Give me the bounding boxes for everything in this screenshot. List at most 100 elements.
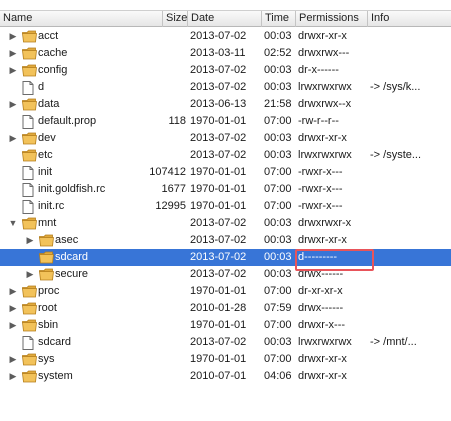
collapsed-arrow-icon[interactable]: ▶ — [7, 300, 19, 317]
table-row[interactable]: ▶ sbin 1970-01-01 07:00 drwxr-x--- — [0, 317, 451, 334]
table-row[interactable]: ▶ data 2013-06-13 21:58 drwxrwx--x — [0, 96, 451, 113]
file-date: 2013-07-02 — [190, 30, 247, 42]
file-date: 1970-01-01 — [190, 285, 247, 297]
collapsed-arrow-icon[interactable]: ▶ — [7, 96, 19, 113]
table-row[interactable]: init.rc 12995 1970-01-01 07:00 -rwxr-x--- — [0, 198, 451, 215]
column-header-row: Name Size Date Time Permissions Info — [0, 10, 451, 27]
file-permissions: drwx------ — [298, 268, 344, 280]
file-time: 07:00 — [264, 183, 292, 195]
collapsed-arrow-icon[interactable]: ▶ — [7, 28, 19, 45]
collapsed-arrow-icon[interactable]: ▶ — [7, 283, 19, 300]
collapsed-arrow-icon[interactable]: ▶ — [24, 266, 36, 283]
file-info — [370, 215, 451, 232]
file-size — [120, 300, 186, 317]
collapsed-arrow-icon[interactable]: ▶ — [7, 130, 19, 147]
folder-icon — [39, 234, 54, 250]
table-row[interactable]: ▶ acct 2013-07-02 00:03 drwxr-xr-x — [0, 28, 451, 45]
file-date: 2010-01-28 — [190, 302, 247, 314]
file-info — [370, 164, 451, 181]
file-time: 00:03 — [264, 336, 292, 348]
collapsed-arrow-icon[interactable]: ▶ — [7, 62, 19, 79]
file-info — [370, 130, 451, 147]
file-time: 00:03 — [264, 81, 292, 93]
table-row[interactable]: sdcard 2013-07-02 00:03 lrwxrwxrwx -> /mnt/.… — [0, 334, 451, 351]
file-time: 00:03 — [264, 30, 292, 42]
table-row[interactable]: ▶ cache 2013-03-11 02:52 drwxrwx--- — [0, 45, 451, 62]
file-time: 07:59 — [264, 302, 292, 314]
file-size — [120, 62, 186, 79]
collapsed-arrow-icon[interactable]: ▶ — [7, 45, 19, 62]
file-permissions: drwxrwxr-x — [298, 217, 352, 229]
folder-icon — [39, 268, 54, 284]
file-info — [370, 62, 451, 79]
column-header-size[interactable]: Size — [163, 11, 188, 27]
column-header-date[interactable]: Date — [188, 11, 262, 27]
file-date: 2013-07-02 — [190, 132, 247, 144]
file-size — [120, 266, 186, 283]
folder-icon — [22, 98, 37, 114]
file-permissions: drwx------ — [298, 302, 344, 314]
file-time: 00:03 — [264, 234, 292, 246]
file-size: 1677 — [161, 183, 186, 195]
file-permissions: -rwxr-x--- — [298, 200, 343, 212]
table-row[interactable]: etc 2013-07-02 00:03 lrwxrwxrwx -> /syste... — [0, 147, 451, 164]
collapsed-arrow-icon[interactable]: ▶ — [24, 232, 36, 249]
file-date: 1970-01-01 — [190, 200, 247, 212]
file-date: 2013-07-02 — [190, 64, 247, 76]
file-info: -> /syste... — [370, 149, 422, 161]
file-size — [120, 368, 186, 385]
table-row[interactable]: ▶ proc 1970-01-01 07:00 dr-xr-xr-x — [0, 283, 451, 300]
file-date: 2013-06-13 — [190, 98, 247, 110]
file-info — [370, 283, 451, 300]
file-time: 07:00 — [264, 353, 292, 365]
file-date: 2010-07-01 — [190, 370, 247, 382]
file-permissions: lrwxrwxrwx — [298, 81, 352, 93]
file-permissions: dr-xr-xr-x — [298, 285, 343, 297]
file-info — [370, 181, 451, 198]
collapsed-arrow-icon[interactable]: ▶ — [7, 317, 19, 334]
file-time: 00:03 — [264, 251, 292, 263]
file-info — [370, 266, 451, 283]
file-time: 07:00 — [264, 166, 292, 178]
table-row[interactable]: sdcard 2013-07-02 00:03 d--------- — [0, 249, 451, 266]
file-permissions: -rwxr-x--- — [298, 166, 343, 178]
table-row[interactable]: ▶ config 2013-07-02 00:03 dr-x------ — [0, 62, 451, 79]
table-row[interactable]: ▶ system 2010-07-01 04:06 drwxr-xr-x — [0, 368, 451, 385]
table-row[interactable]: init 107412 1970-01-01 07:00 -rwxr-x--- — [0, 164, 451, 181]
file-permissions: -rw-r--r-- — [298, 115, 339, 127]
collapsed-arrow-icon[interactable]: ▶ — [7, 351, 19, 368]
table-row[interactable]: ▶ dev 2013-07-02 00:03 drwxr-xr-x — [0, 130, 451, 147]
table-row[interactable]: ▼ mnt 2013-07-02 00:03 drwxrwxr-x — [0, 215, 451, 232]
collapsed-arrow-icon[interactable]: ▶ — [7, 368, 19, 385]
file-date: 2013-07-02 — [190, 81, 247, 93]
file-permissions: drwxr-x--- — [298, 319, 346, 331]
file-permissions: drwxr-xr-x — [298, 370, 347, 382]
table-row[interactable]: d 2013-07-02 00:03 lrwxrwxrwx -> /sys/k... — [0, 79, 451, 96]
table-row[interactable]: ▶ secure 2013-07-02 00:03 drwx------ — [0, 266, 451, 283]
column-header-permissions[interactable]: Permissions — [296, 11, 368, 27]
file-info — [370, 300, 451, 317]
column-header-time[interactable]: Time — [262, 11, 296, 27]
folder-icon — [22, 149, 37, 165]
file-permissions: drwxr-xr-x — [298, 234, 347, 246]
table-row[interactable]: ▶ asec 2013-07-02 00:03 drwxr-xr-x — [0, 232, 451, 249]
file-size — [120, 147, 186, 164]
file-date: 2013-07-02 — [190, 251, 247, 263]
file-info — [370, 28, 451, 45]
file-info — [370, 232, 451, 249]
table-row[interactable]: init.goldfish.rc 1677 1970-01-01 07:00 -rwxr… — [0, 181, 451, 198]
file-info — [370, 317, 451, 334]
file-size — [120, 351, 186, 368]
file-info — [370, 368, 451, 385]
table-row[interactable]: default.prop 118 1970-01-01 07:00 -rw-r--r-- — [0, 113, 451, 130]
expanded-arrow-icon[interactable]: ▼ — [7, 215, 19, 232]
file-info: -> /mnt/... — [370, 336, 417, 348]
folder-icon — [22, 132, 37, 148]
column-header-info[interactable]: Info — [368, 11, 451, 27]
file-size: 12995 — [155, 200, 186, 212]
folder-icon — [22, 47, 37, 63]
file-date: 2013-03-11 — [190, 47, 246, 59]
table-row[interactable]: ▶ root 2010-01-28 07:59 drwx------ — [0, 300, 451, 317]
column-header-name[interactable]: Name — [0, 11, 163, 27]
table-row[interactable]: ▶ sys 1970-01-01 07:00 drwxr-xr-x — [0, 351, 451, 368]
